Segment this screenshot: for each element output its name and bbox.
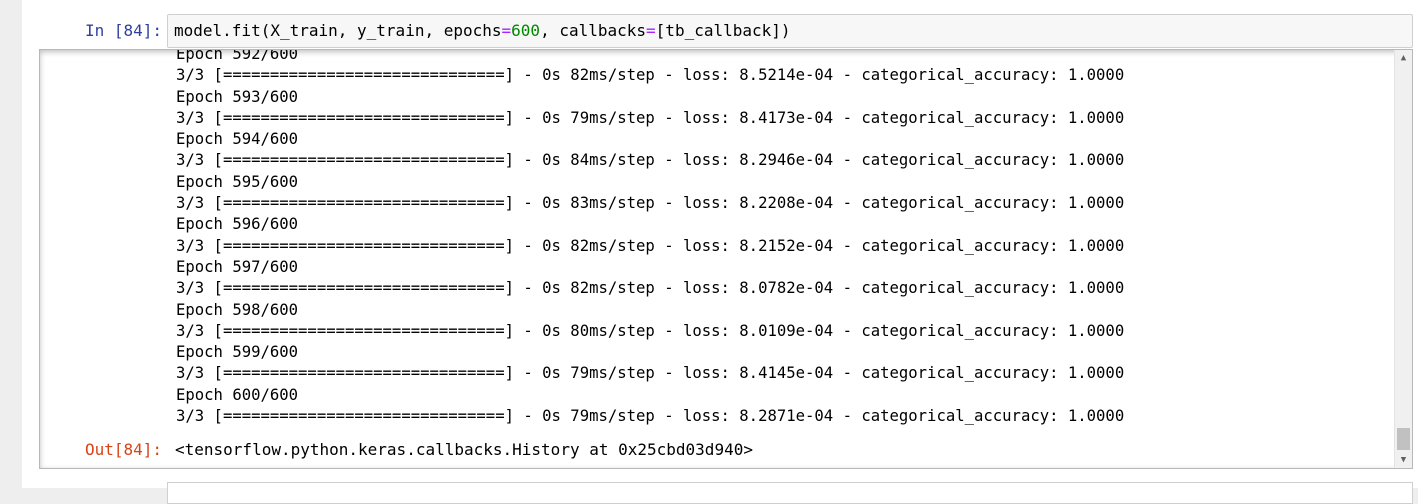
- epoch-line: Epoch 592/600: [176, 49, 299, 63]
- progress-line: 3/3 [==============================] - 0…: [176, 108, 1125, 127]
- epoch-line: Epoch 595/600: [176, 172, 299, 191]
- code-suffix: [tb_callback]): [655, 21, 791, 40]
- epoch-line: Epoch 599/600: [176, 343, 299, 362]
- next-code-cell[interactable]: [167, 482, 1413, 504]
- code-operator: =: [646, 21, 656, 40]
- progress-line: 3/3 [==============================] - 0…: [176, 407, 1125, 426]
- training-log: Epoch 592/600 3/3 [======================…: [176, 49, 1388, 427]
- output-result: <tensorflow.python.keras.callbacks.Histo…: [175, 440, 753, 459]
- progress-line: 3/3 [==============================] - 0…: [176, 321, 1125, 340]
- progress-line: 3/3 [==============================] - 0…: [176, 66, 1125, 85]
- scrollbar-thumb[interactable]: [1397, 428, 1410, 450]
- output-scrollbar[interactable]: ▲ ▼: [1394, 50, 1412, 468]
- input-prompt: In [84]:: [84, 21, 162, 40]
- code-operator: =: [501, 21, 512, 40]
- code-line: model.fit(X_train, y_train, epochs=600, …: [174, 21, 791, 41]
- code-input-area[interactable]: model.fit(X_train, y_train, epochs=600, …: [167, 14, 1413, 48]
- code-cell[interactable]: In [84]: model.fit(X_train, y_train, epo…: [22, 0, 1418, 488]
- code-number: 600: [511, 21, 541, 40]
- epoch-line: Epoch 600/600: [176, 385, 299, 404]
- output-prompt: Out[84]:: [84, 440, 162, 459]
- progress-line: 3/3 [==============================] - 0…: [176, 151, 1125, 170]
- progress-line: 3/3 [==============================] - 0…: [176, 194, 1125, 213]
- epoch-line: Epoch 598/600: [176, 300, 299, 319]
- epoch-line: Epoch 593/600: [176, 87, 299, 106]
- triangle-down-icon[interactable]: ▼: [1395, 452, 1412, 468]
- notebook-page: In [84]: model.fit(X_train, y_train, epo…: [22, 0, 1418, 504]
- epoch-line: Epoch 594/600: [176, 130, 299, 149]
- triangle-up-icon[interactable]: ▲: [1395, 50, 1412, 66]
- progress-line: 3/3 [==============================] - 0…: [176, 279, 1125, 298]
- code-middle: , callbacks: [540, 21, 647, 40]
- scrolled-output-area[interactable]: Epoch 592/600 3/3 [======================…: [39, 49, 1413, 469]
- progress-line: 3/3 [==============================] - 0…: [176, 236, 1125, 255]
- code-prefix: model.fit(X_train, y_train, epochs: [174, 21, 502, 40]
- progress-line: 3/3 [==============================] - 0…: [176, 364, 1125, 383]
- epoch-line: Epoch 596/600: [176, 215, 299, 234]
- epoch-line: Epoch 597/600: [176, 257, 299, 276]
